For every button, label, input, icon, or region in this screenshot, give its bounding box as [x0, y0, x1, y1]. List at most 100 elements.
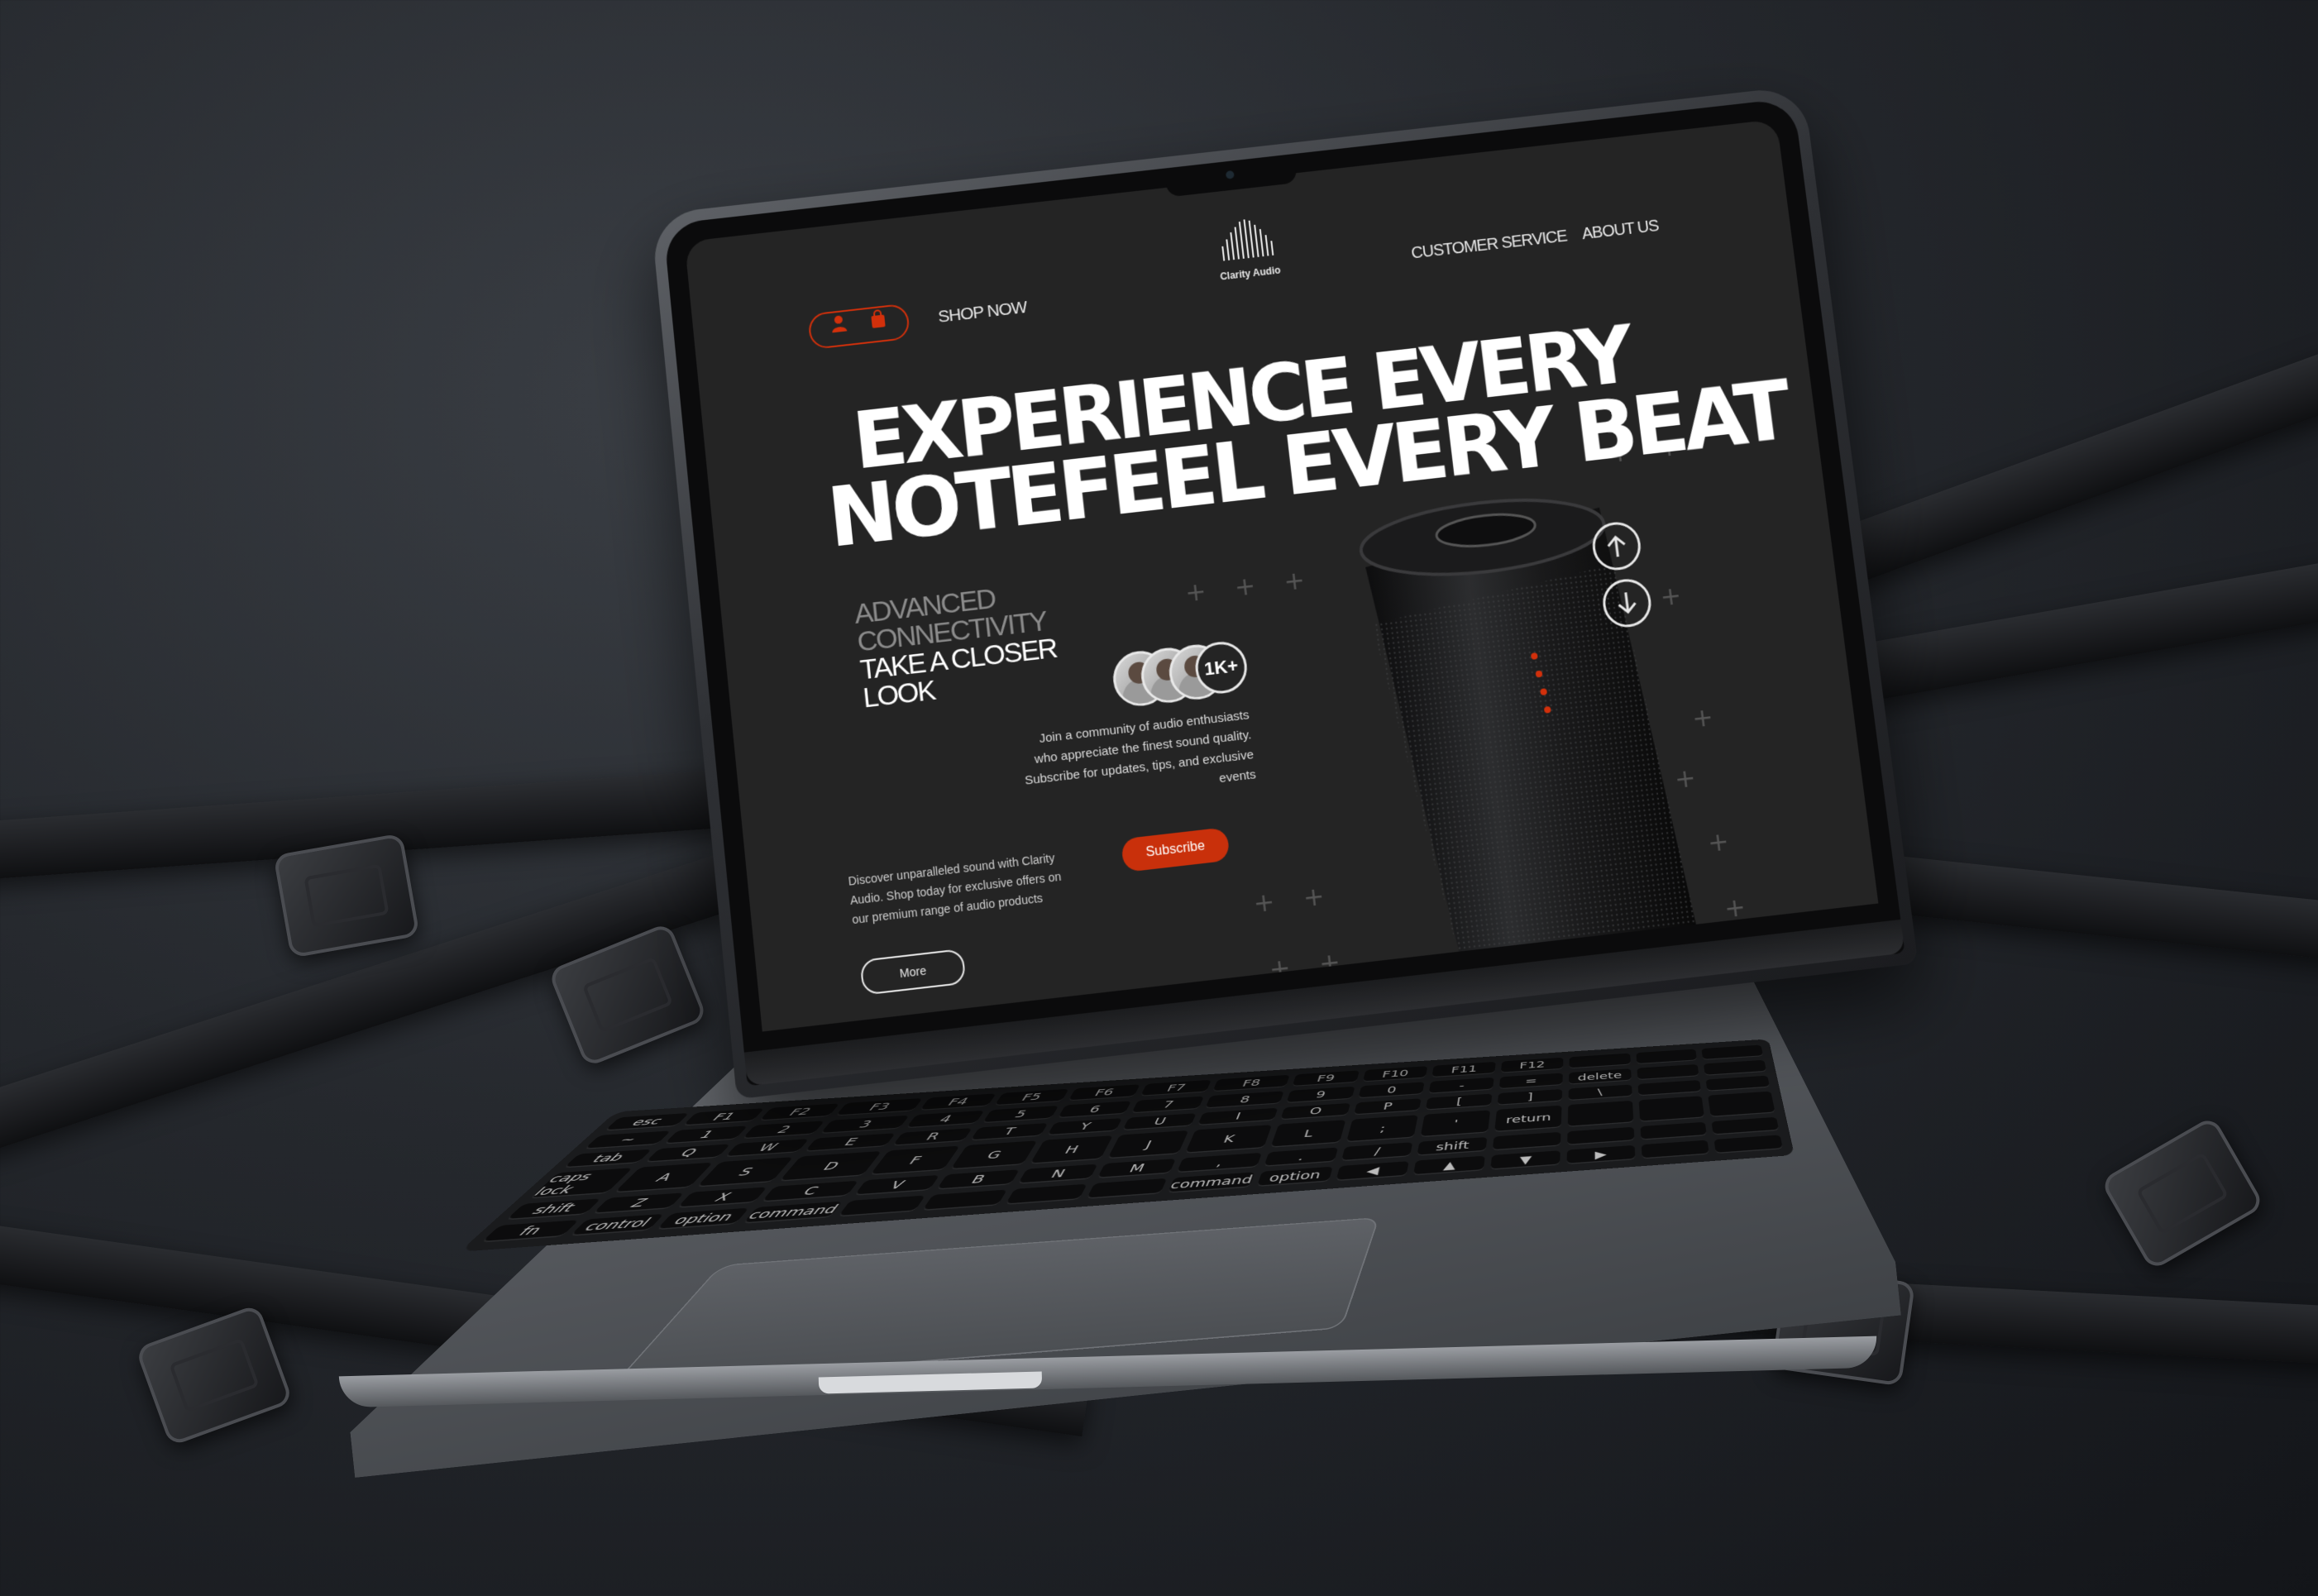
keyboard-key[interactable]: [: [1425, 1093, 1493, 1111]
clarity-audio-logo[interactable]: Clarity Audio: [1203, 215, 1295, 313]
keyboard-key[interactable]: [1705, 1075, 1771, 1092]
keyboard-key[interactable]: [1637, 1063, 1699, 1081]
keyboard-key[interactable]: 0: [1357, 1082, 1425, 1099]
keyboard-key[interactable]: ▶: [1566, 1144, 1636, 1165]
more-button[interactable]: More: [859, 948, 967, 996]
keyboard-key[interactable]: tab: [562, 1149, 652, 1168]
keyboard-key[interactable]: \: [1568, 1084, 1632, 1101]
keyboard-key[interactable]: command: [1167, 1172, 1255, 1193]
keyboard-key[interactable]: [1637, 1079, 1702, 1097]
keyboard-key[interactable]: F: [869, 1145, 960, 1176]
keyboard-key[interactable]: -: [1428, 1077, 1494, 1094]
keyboard-key[interactable]: R: [891, 1127, 973, 1147]
keyboard-key[interactable]: Z: [591, 1192, 685, 1215]
keyboard-key[interactable]: [1704, 1059, 1767, 1076]
keyboard-key[interactable]: F2: [759, 1103, 840, 1121]
keyboard-key[interactable]: N: [1016, 1164, 1098, 1185]
bag-icon[interactable]: [868, 308, 889, 335]
keyboard-key[interactable]: A: [613, 1162, 714, 1193]
keyboard-key[interactable]: [1701, 1044, 1764, 1060]
keyboard-key[interactable]: F3: [835, 1097, 923, 1116]
keyboard-key[interactable]: ;: [1345, 1115, 1419, 1143]
keyboard-key[interactable]: F8: [1212, 1074, 1290, 1092]
keyboard-key[interactable]: X: [676, 1187, 767, 1209]
keyboard-key[interactable]: D: [778, 1151, 882, 1183]
keyboard-key[interactable]: P: [1353, 1097, 1422, 1116]
keyboard-key[interactable]: L: [1270, 1120, 1345, 1149]
keyboard-key[interactable]: [1004, 1183, 1087, 1206]
keyboard-key[interactable]: C: [761, 1180, 859, 1202]
keyboard-key[interactable]: [1711, 1117, 1780, 1135]
keyboard-key[interactable]: 5: [982, 1105, 1059, 1124]
keyboard-key[interactable]: [921, 1189, 1007, 1211]
keyboard-key[interactable]: option: [1256, 1166, 1333, 1187]
keyboard-key[interactable]: ]: [1497, 1088, 1562, 1106]
keyboard-key[interactable]: [1566, 1127, 1634, 1146]
about-us-link[interactable]: ABOUT US: [1581, 217, 1660, 244]
keyboard-key[interactable]: delete: [1568, 1068, 1632, 1085]
keyboard-key[interactable]: K: [1184, 1125, 1272, 1154]
keyboard-key[interactable]: F1: [682, 1108, 765, 1126]
keyboard-key[interactable]: I: [1197, 1107, 1278, 1126]
keyboard-key[interactable]: G: [949, 1140, 1037, 1170]
customer-service-link[interactable]: CUSTOMER SERVICE: [1410, 227, 1568, 264]
keyboard-key[interactable]: esc: [604, 1112, 690, 1131]
keyboard-key[interactable]: F5: [993, 1088, 1069, 1106]
keyboard-key[interactable]: [1641, 1140, 1710, 1159]
keyboard-key[interactable]: 2: [742, 1121, 825, 1140]
keyboard-key[interactable]: ◀: [1335, 1161, 1410, 1182]
keyboard-key[interactable]: T: [969, 1122, 1049, 1141]
keyboard-key[interactable]: E: [804, 1132, 896, 1153]
user-icon[interactable]: [829, 313, 849, 340]
keyboard-key[interactable]: F7: [1140, 1079, 1212, 1097]
keyboard-key[interactable]: ▼: [1490, 1150, 1560, 1170]
keyboard-key[interactable]: /: [1341, 1142, 1413, 1162]
keyboard-key[interactable]: W: [724, 1138, 810, 1158]
keyboard-key[interactable]: F9: [1292, 1070, 1360, 1087]
keyboard-key[interactable]: 8: [1205, 1091, 1284, 1109]
keyboard-key[interactable]: control: [569, 1213, 665, 1236]
keyboard-key[interactable]: H: [1029, 1135, 1113, 1165]
subscribe-button[interactable]: Subscribe: [1121, 827, 1231, 873]
keyboard-key[interactable]: F10: [1362, 1066, 1428, 1082]
keyboard-key[interactable]: 6: [1057, 1101, 1132, 1119]
keyboard-key[interactable]: ▲: [1413, 1155, 1485, 1176]
keyboard-key[interactable]: [1636, 1049, 1698, 1065]
keyboard-key[interactable]: S: [696, 1157, 794, 1187]
keyboard-key[interactable]: [1638, 1096, 1705, 1123]
keyboard-key[interactable]: [1708, 1091, 1776, 1118]
keyboard-key[interactable]: F4: [919, 1093, 997, 1111]
keyboard-key[interactable]: ': [1420, 1110, 1491, 1138]
keyboard-key[interactable]: [1567, 1101, 1633, 1128]
keyboard-key[interactable]: shift: [1417, 1137, 1488, 1157]
keyboard-key[interactable]: F6: [1067, 1084, 1141, 1101]
keyboard-key[interactable]: B: [935, 1169, 1020, 1190]
keyboard-key[interactable]: [1492, 1132, 1561, 1151]
keyboard-key[interactable]: caps lock: [528, 1168, 633, 1199]
keyboard-key[interactable]: ,: [1176, 1153, 1262, 1173]
keyboard-key[interactable]: shift: [505, 1198, 601, 1221]
keyboard-key[interactable]: F12: [1500, 1057, 1564, 1073]
keyboard-key[interactable]: F11: [1431, 1061, 1496, 1078]
keyboard-key[interactable]: 1: [663, 1125, 748, 1144]
account-cart-pill[interactable]: [807, 303, 911, 351]
keyboard-key[interactable]: M: [1097, 1159, 1176, 1179]
keyboard-key[interactable]: 4: [906, 1110, 985, 1129]
keyboard-key[interactable]: [1086, 1178, 1168, 1199]
keyboard-key[interactable]: 3: [820, 1115, 910, 1134]
keyboard-key[interactable]: U: [1122, 1112, 1197, 1131]
keyboard-key[interactable]: J: [1107, 1130, 1189, 1159]
keyboard-key[interactable]: [1640, 1121, 1708, 1140]
shop-now-link[interactable]: SHOP NOW: [937, 298, 1027, 327]
keyboard-key[interactable]: return: [1494, 1105, 1562, 1133]
keyboard-key[interactable]: .: [1263, 1147, 1338, 1168]
keyboard-key[interactable]: Y: [1046, 1117, 1123, 1136]
keyboard-key[interactable]: V: [853, 1175, 939, 1196]
keyboard-key[interactable]: Q: [644, 1144, 732, 1164]
keyboard-key[interactable]: 9: [1286, 1086, 1355, 1103]
keyboard-key[interactable]: fn: [480, 1220, 579, 1243]
keyboard-key[interactable]: [1713, 1135, 1784, 1154]
keyboard-key[interactable]: [838, 1195, 925, 1217]
keyboard-key[interactable]: ~: [584, 1130, 672, 1149]
keyboard-key[interactable]: command: [743, 1201, 843, 1224]
